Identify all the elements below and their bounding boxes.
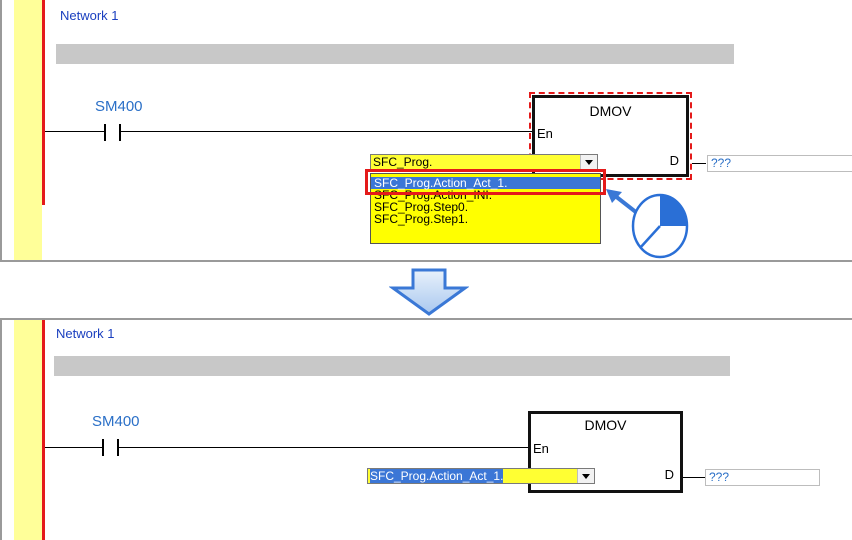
operand-combo[interactable]: SFC_Prog.Action_Act_1. bbox=[367, 468, 595, 484]
instruction-name: DMOV bbox=[584, 417, 627, 433]
output-operand-field[interactable]: ??? bbox=[705, 469, 820, 486]
dropdown-item[interactable]: SFC_Prog.Step1. bbox=[371, 213, 600, 225]
output-line bbox=[692, 163, 706, 164]
rung-line bbox=[45, 447, 102, 448]
network-title: Network 1 bbox=[56, 326, 115, 341]
combo-value: SFC_Prog.Action_Act_1. bbox=[370, 469, 504, 483]
rung-line bbox=[121, 131, 533, 132]
contact-left-bar[interactable] bbox=[102, 439, 104, 456]
contact-label: SM400 bbox=[92, 413, 140, 430]
left-margin bbox=[14, 320, 42, 540]
rung-line bbox=[119, 447, 529, 448]
ladder-editor-after: Network 1 SM400 DMOV En D ??? SFC_Prog.A… bbox=[0, 318, 852, 540]
chevron-down-icon[interactable] bbox=[580, 155, 597, 169]
rung-line bbox=[45, 131, 104, 132]
contact-right-bar[interactable] bbox=[119, 124, 121, 141]
chevron-down-icon[interactable] bbox=[577, 469, 594, 483]
highlight-box bbox=[365, 169, 606, 195]
contact-label: SM400 bbox=[95, 98, 143, 115]
power-rail bbox=[42, 320, 45, 540]
output-operand-field[interactable]: ??? bbox=[707, 155, 852, 172]
down-arrow-icon bbox=[389, 268, 469, 316]
network-comment-bar[interactable] bbox=[54, 356, 730, 376]
pin-d: D bbox=[664, 467, 674, 482]
contact-left-bar[interactable] bbox=[104, 124, 106, 141]
network-comment-bar[interactable] bbox=[56, 44, 734, 64]
output-line bbox=[683, 477, 705, 478]
pin-en: En bbox=[533, 441, 549, 456]
left-margin bbox=[14, 0, 42, 260]
combo-value: SFC_Prog. bbox=[373, 155, 433, 169]
operand-combo[interactable]: SFC_Prog. bbox=[370, 154, 598, 170]
mouse-click-icon bbox=[631, 193, 689, 259]
power-rail bbox=[42, 0, 45, 205]
network-title: Network 1 bbox=[60, 8, 119, 23]
ladder-editor-before: Network 1 SM400 DMOV En D ??? SFC_Prog. … bbox=[0, 0, 852, 262]
